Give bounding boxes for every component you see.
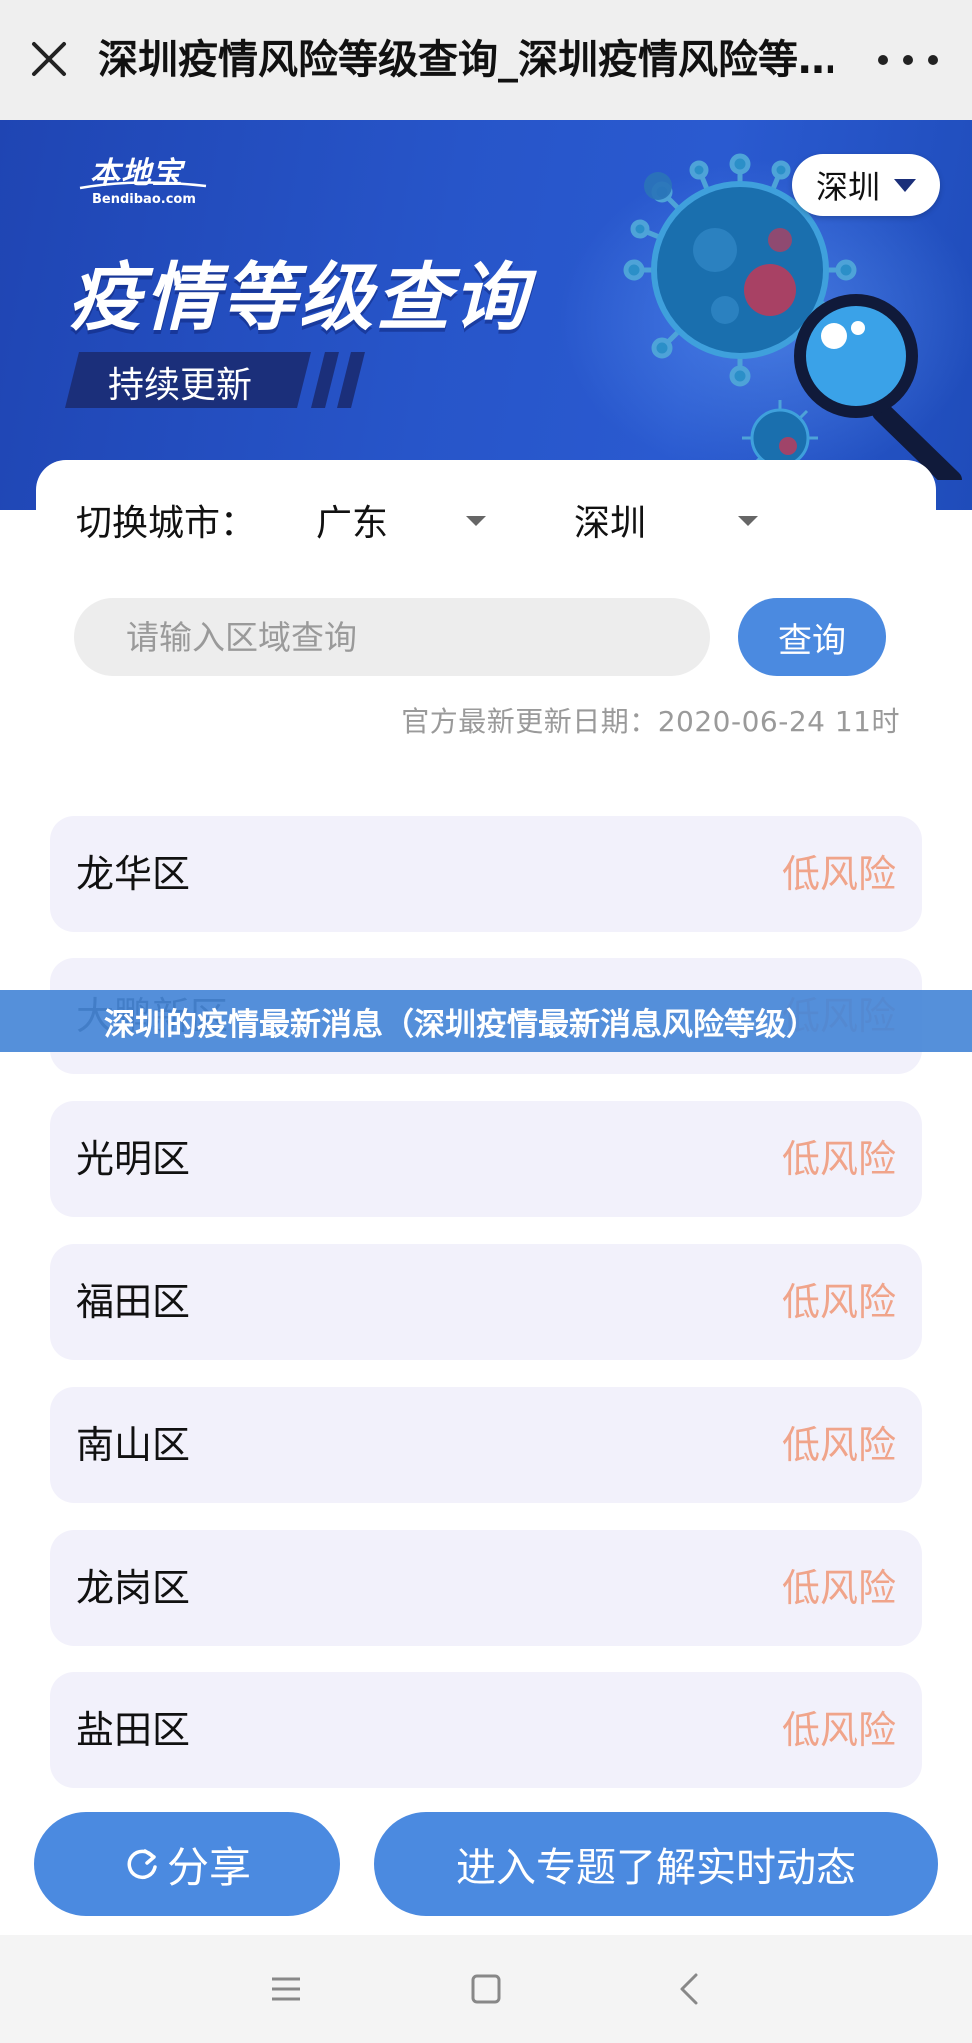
triangle-down-icon: [466, 516, 486, 526]
province-select[interactable]: 广东: [316, 490, 496, 550]
enter-topic-button[interactable]: 进入专题了解实时动态: [374, 1812, 938, 1916]
update-date-text: 官方最新更新日期：2020-06-24 11时: [401, 705, 900, 738]
risk-level: 低风险: [781, 1423, 896, 1467]
back-chevron-icon[interactable]: [666, 1965, 714, 2013]
bendibao-logo: 本地宝 Bendibao.com: [78, 148, 218, 214]
district-row[interactable]: 南山区 低风险: [50, 1387, 922, 1503]
district-name: 光明区: [76, 1137, 191, 1181]
switch-city-label: 切换城市：: [76, 503, 257, 544]
district-row[interactable]: 盐田区 低风险: [50, 1672, 922, 1788]
district-row[interactable]: 龙华区 低风险: [50, 816, 922, 932]
refresh-share-icon: [127, 1849, 157, 1880]
risk-level: 低风险: [781, 1708, 896, 1752]
caption-overlay: 深圳的疫情最新消息（深圳疫情最新消息风险等级）: [0, 990, 972, 1052]
more-icon[interactable]: [878, 40, 938, 80]
city-selector-pill[interactable]: 深圳: [792, 154, 940, 216]
search-button[interactable]: 查询: [738, 598, 886, 676]
city-select[interactable]: 深圳: [574, 490, 764, 550]
banner-tagline: 持续更新: [108, 365, 253, 406]
risk-level: 低风险: [781, 852, 896, 896]
district-name: 福田区: [76, 1280, 191, 1324]
logo-swoosh-icon: [79, 181, 207, 190]
triangle-down-icon: [894, 178, 916, 192]
province-value: 广东: [316, 503, 389, 544]
district-name: 龙华区: [76, 852, 191, 896]
logo-sub: Bendibao.com: [92, 192, 196, 207]
menu-icon[interactable]: [262, 1965, 310, 2013]
city-value: 深圳: [574, 503, 647, 544]
district-name: 龙岗区: [76, 1566, 191, 1610]
district-row[interactable]: 光明区 低风险: [50, 1101, 922, 1217]
city-pill-label: 深圳: [815, 168, 880, 206]
close-icon[interactable]: [26, 36, 72, 82]
risk-level: 低风险: [781, 1566, 896, 1610]
system-nav-bar: [0, 1935, 972, 2043]
page-title: 深圳疫情风险等级查询_深圳疫情风险等…: [98, 37, 833, 83]
risk-level: 低风险: [781, 1137, 896, 1181]
district-search-input[interactable]: [74, 598, 710, 676]
district-row[interactable]: 龙岗区 低风险: [50, 1530, 922, 1646]
district-row[interactable]: 福田区 低风险: [50, 1244, 922, 1360]
risk-level: 低风险: [781, 1280, 896, 1324]
share-button[interactable]: 分享: [34, 1812, 340, 1916]
share-label: 分享: [166, 1842, 251, 1892]
triangle-down-icon: [738, 516, 758, 526]
caption-text: 深圳的疫情最新消息（深圳疫情最新消息风险等级）: [104, 1006, 817, 1043]
banner-headline: 疫情等级查询: [68, 255, 530, 341]
browser-top-bar: 深圳疫情风险等级查询_深圳疫情风险等…: [0, 0, 972, 120]
magnifier-icon: [794, 294, 962, 480]
district-name: 南山区: [76, 1423, 191, 1467]
district-name: 盐田区: [76, 1708, 191, 1752]
square-home-icon[interactable]: [462, 1965, 510, 2013]
